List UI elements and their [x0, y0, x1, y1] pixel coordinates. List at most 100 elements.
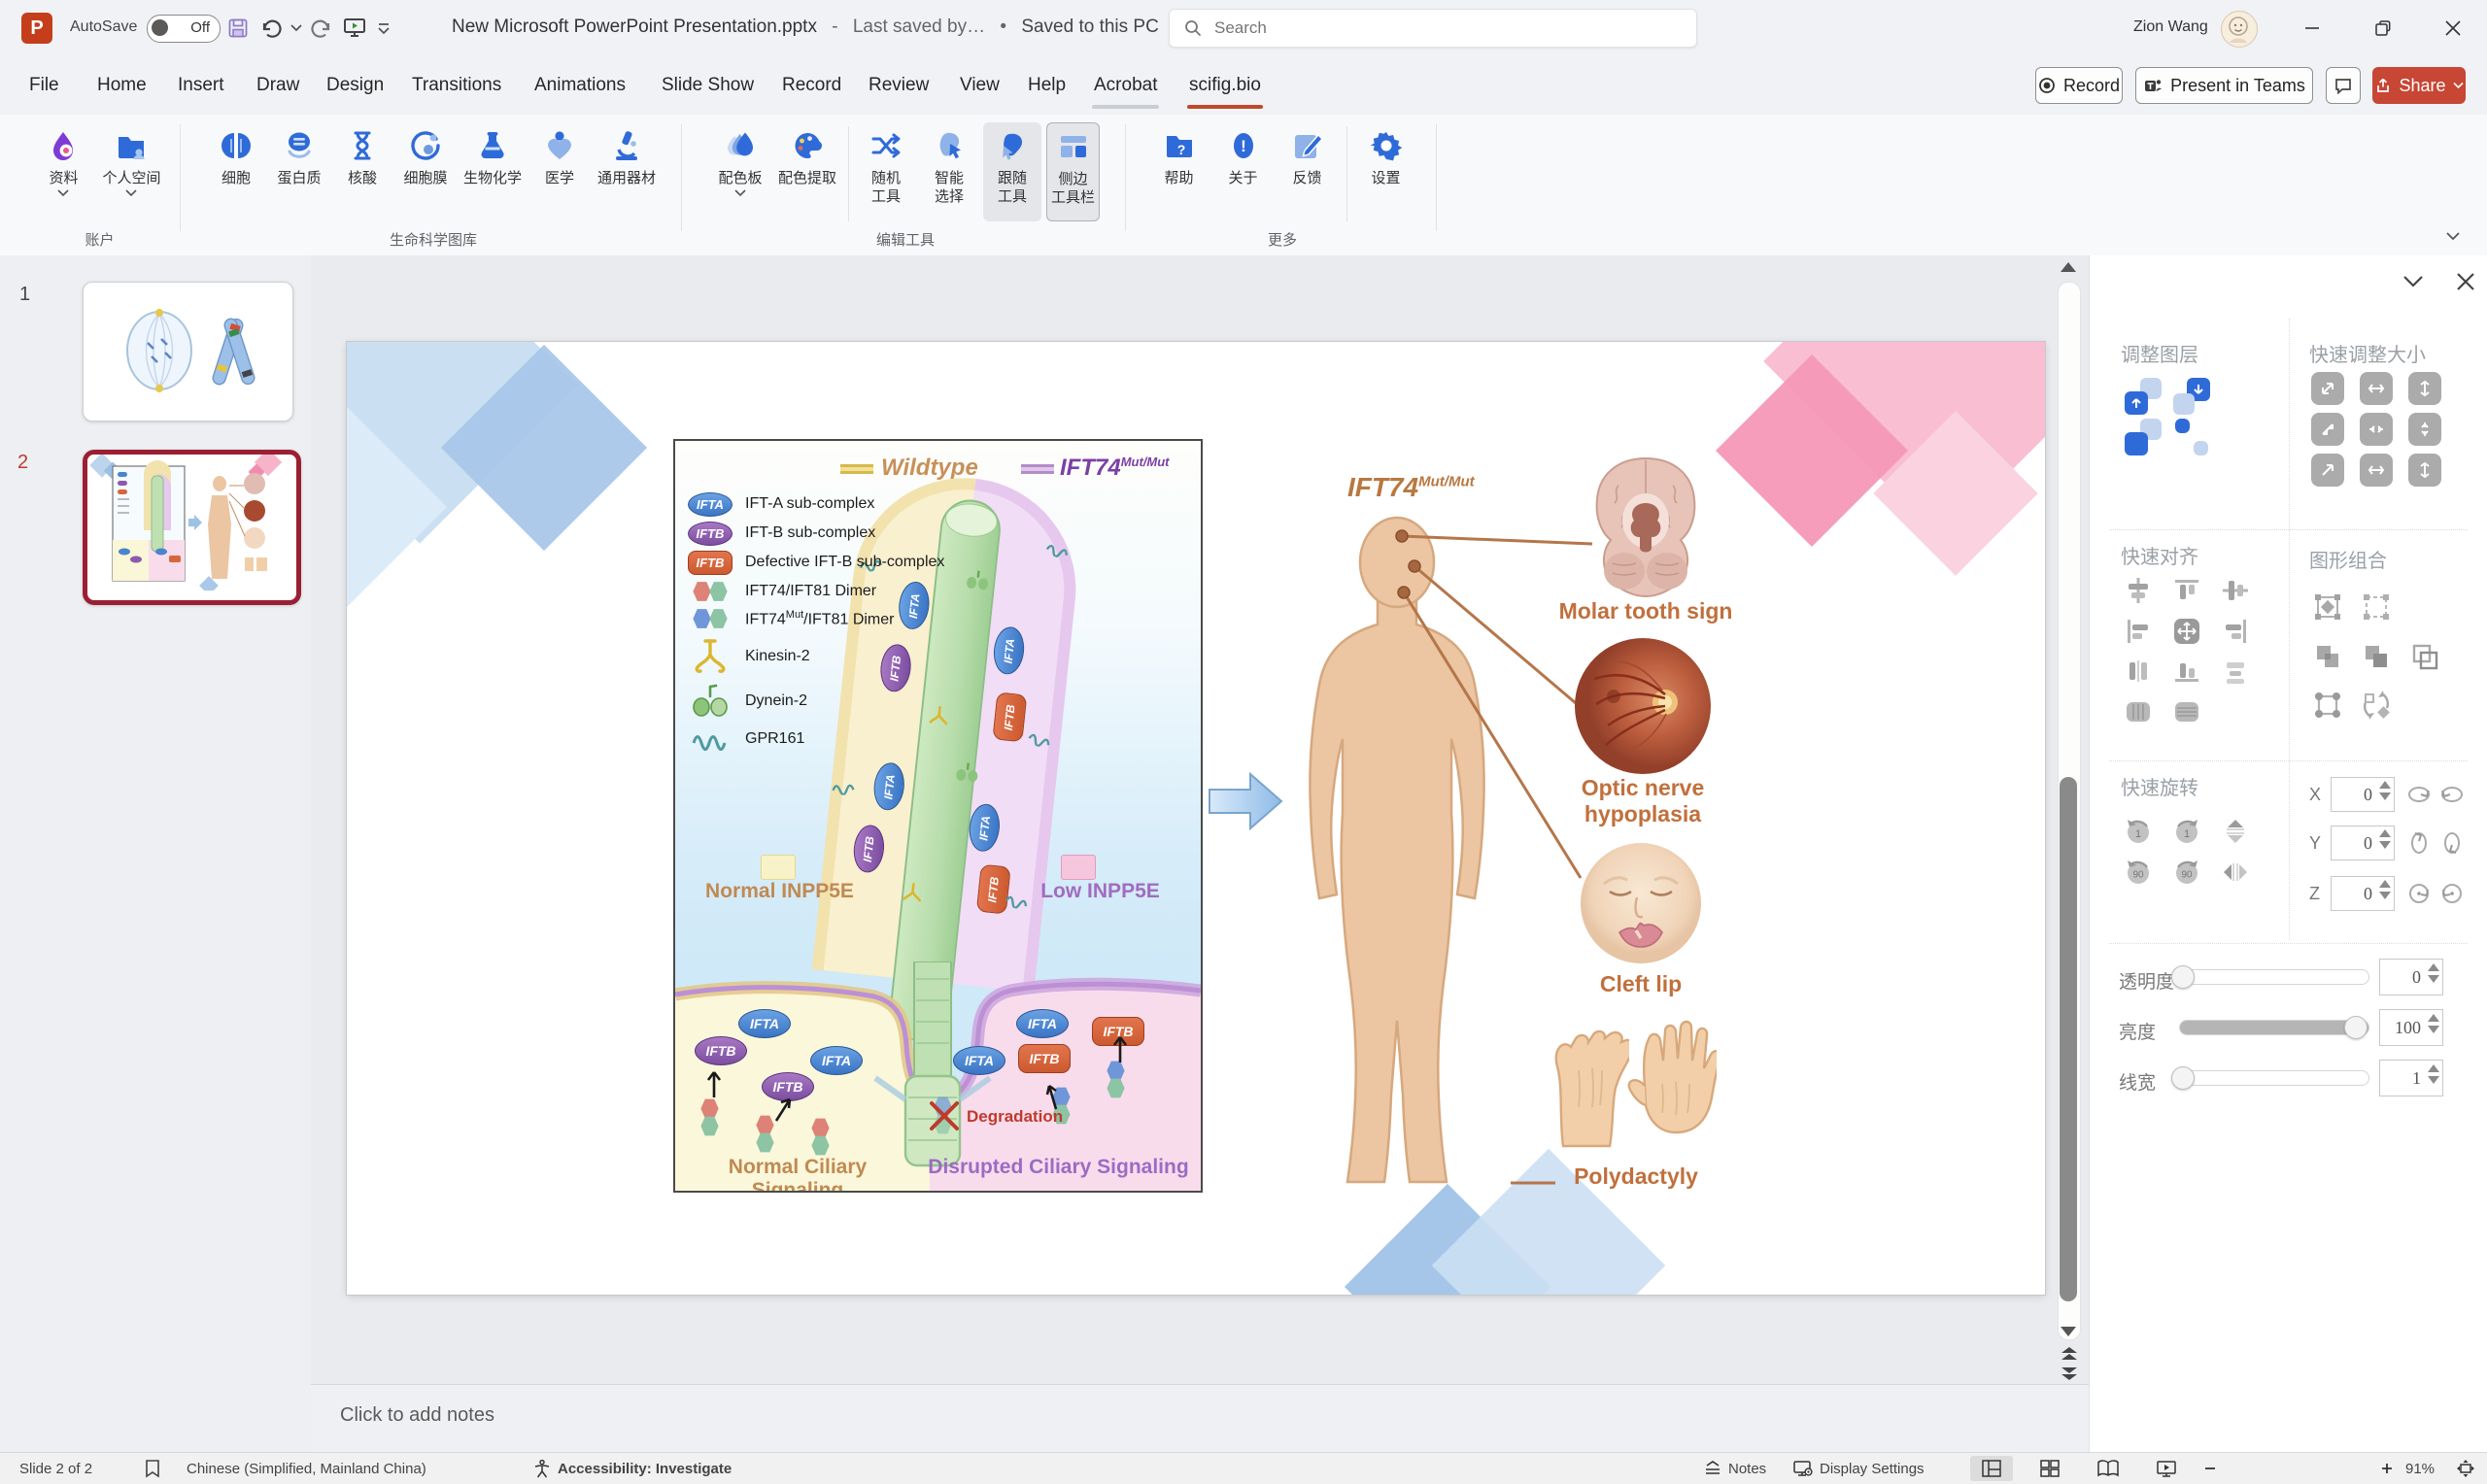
decrement-button[interactable]: [2428, 1026, 2439, 1033]
random-tool-button[interactable]: 随机 工具: [857, 122, 915, 221]
distribute-horizontal-button[interactable]: [2122, 655, 2155, 688]
send-to-back-button[interactable]: [2173, 378, 2210, 415]
user-name[interactable]: Zion Wang: [2133, 18, 2208, 36]
tab-slide-show[interactable]: Slide Show: [660, 56, 756, 115]
protein-library-button[interactable]: 蛋白质: [270, 122, 328, 189]
panel-collapse-button[interactable]: [2399, 267, 2428, 296]
language-indicator[interactable]: Chinese (Simplified, Mainland China): [187, 1453, 426, 1484]
increment-button[interactable]: [2379, 829, 2391, 837]
record-button[interactable]: Record: [2035, 67, 2123, 104]
cell-library-button[interactable]: 细胞: [207, 122, 265, 189]
narrow-button[interactable]: [2360, 413, 2393, 446]
accessibility-checker[interactable]: Accessibility: Investigate: [532, 1453, 732, 1484]
slide-sorter-view-button[interactable]: [2028, 1456, 2071, 1481]
profile-button[interactable]: 资料: [34, 122, 92, 199]
about-button[interactable]: ! 关于: [1214, 122, 1273, 221]
shorten-button[interactable]: [2408, 413, 2441, 446]
next-slide-button[interactable]: [2059, 1366, 2080, 1383]
start-slideshow-button[interactable]: [338, 12, 371, 45]
redo-button[interactable]: [305, 12, 338, 45]
decrement-button[interactable]: [2379, 841, 2391, 849]
rotate-right-90-button[interactable]: 90: [2170, 856, 2203, 889]
line-width-slider[interactable]: [2179, 1070, 2369, 1086]
membrane-library-button[interactable]: 细胞膜: [396, 122, 455, 189]
tab-record[interactable]: Record: [780, 56, 843, 115]
align-left-button[interactable]: [2122, 615, 2155, 648]
shrink-diagonal-button[interactable]: [2311, 413, 2344, 446]
tab-animations[interactable]: Animations: [532, 56, 628, 115]
scrollbar-thumb[interactable]: [2060, 777, 2077, 1301]
brightness-slider-thumb[interactable]: [2344, 1016, 2368, 1039]
brightness-slider[interactable]: [2179, 1020, 2369, 1035]
notes-placeholder[interactable]: Click to add notes: [340, 1404, 494, 1427]
line-width-slider-thumb[interactable]: [2171, 1066, 2195, 1090]
minimize-button[interactable]: [2290, 0, 2334, 56]
send-backward-button[interactable]: [2173, 419, 2210, 455]
increment-button[interactable]: [2428, 1064, 2439, 1072]
rotate-z-cw-button[interactable]: [2404, 879, 2434, 908]
fragment-shapes-button[interactable]: [2311, 689, 2344, 722]
x-rotation-input[interactable]: 0: [2331, 777, 2395, 812]
widen-button[interactable]: [2360, 372, 2393, 405]
zoom-level[interactable]: 91%: [2405, 1453, 2435, 1484]
enlarge-diagonal-button[interactable]: [2311, 372, 2344, 405]
distribute-vertical-button[interactable]: [2219, 655, 2252, 688]
customize-qat-button[interactable]: [371, 12, 396, 45]
transparency-slider[interactable]: [2179, 969, 2369, 985]
scroll-up-arrow[interactable]: [2061, 262, 2076, 272]
regroup-button[interactable]: [2360, 689, 2393, 722]
tab-transitions[interactable]: Transitions: [410, 56, 503, 115]
increment-button[interactable]: [2428, 1014, 2439, 1022]
undo-dropdown[interactable]: [288, 12, 305, 45]
rotate-right-1-button[interactable]: 1: [2170, 815, 2203, 848]
scroll-down-arrow[interactable]: [2061, 1327, 2076, 1336]
normal-view-button[interactable]: [1970, 1456, 2013, 1481]
tab-file[interactable]: File: [27, 56, 61, 115]
rotate-z-ccw-button[interactable]: [2437, 879, 2467, 908]
nucleic-acid-library-button[interactable]: 核酸: [333, 122, 392, 189]
rotate-left-90-button[interactable]: 90: [2122, 856, 2155, 889]
heighten-button[interactable]: [2408, 372, 2441, 405]
personal-space-button[interactable]: 个人空间: [98, 122, 164, 199]
transparency-input[interactable]: 0: [2379, 959, 2443, 995]
decrement-button[interactable]: [2379, 793, 2391, 800]
palette-button[interactable]: 配色板: [711, 122, 769, 221]
match-size-diagonal-button[interactable]: [2311, 448, 2350, 487]
equalize-width-button[interactable]: [2122, 695, 2155, 728]
powerpoint-app-icon[interactable]: P: [21, 13, 52, 44]
slide-1-thumbnail[interactable]: [83, 282, 293, 422]
align-top-button[interactable]: [2170, 574, 2203, 607]
spell-check-button[interactable]: [144, 1453, 161, 1484]
user-avatar[interactable]: [2221, 11, 2258, 48]
decrement-button[interactable]: [2428, 975, 2439, 983]
tab-scifig-bio[interactable]: scifig.bio: [1187, 56, 1263, 115]
increment-button[interactable]: [2379, 781, 2391, 789]
decrement-button[interactable]: [2379, 892, 2391, 899]
tab-view[interactable]: View: [958, 56, 1002, 115]
align-right-button[interactable]: [2219, 615, 2252, 648]
line-width-input[interactable]: 1: [2379, 1060, 2443, 1096]
tab-review[interactable]: Review: [867, 56, 931, 115]
slide-2-thumbnail[interactable]: [83, 450, 301, 605]
color-picker-button[interactable]: 配色提取: [774, 122, 840, 221]
group-shapes-button[interactable]: [2311, 590, 2344, 624]
autosave-toggle[interactable]: Off: [147, 15, 221, 43]
match-width-button[interactable]: [2360, 448, 2399, 487]
equalize-height-button[interactable]: [2170, 695, 2203, 728]
decrement-button[interactable]: [2428, 1076, 2439, 1084]
ciliary-signaling-figure[interactable]: Wildtype IFT74Mut/Mut IFTA IFTB IFTA IFT…: [673, 439, 1203, 1193]
notes-toggle-button[interactable]: Notes: [1703, 1453, 1766, 1484]
flip-vertical-button[interactable]: [2219, 815, 2252, 848]
search-bar[interactable]: [1169, 9, 1697, 48]
tab-insert[interactable]: Insert: [176, 56, 226, 115]
brightness-input[interactable]: 100: [2379, 1009, 2443, 1046]
last-saved-by[interactable]: Last saved by…: [853, 17, 985, 37]
tab-home[interactable]: Home: [95, 56, 149, 115]
ungroup-shapes-button[interactable]: [2360, 590, 2393, 624]
notes-pane[interactable]: Click to add notes: [311, 1384, 2089, 1452]
previous-slide-button[interactable]: [2059, 1344, 2080, 1362]
slideshow-view-button[interactable]: [2145, 1456, 2188, 1481]
bring-to-front-button[interactable]: [2125, 378, 2162, 415]
rotate-x-cw-button[interactable]: [2404, 780, 2434, 809]
intersect-shapes-button[interactable]: [2408, 640, 2441, 673]
